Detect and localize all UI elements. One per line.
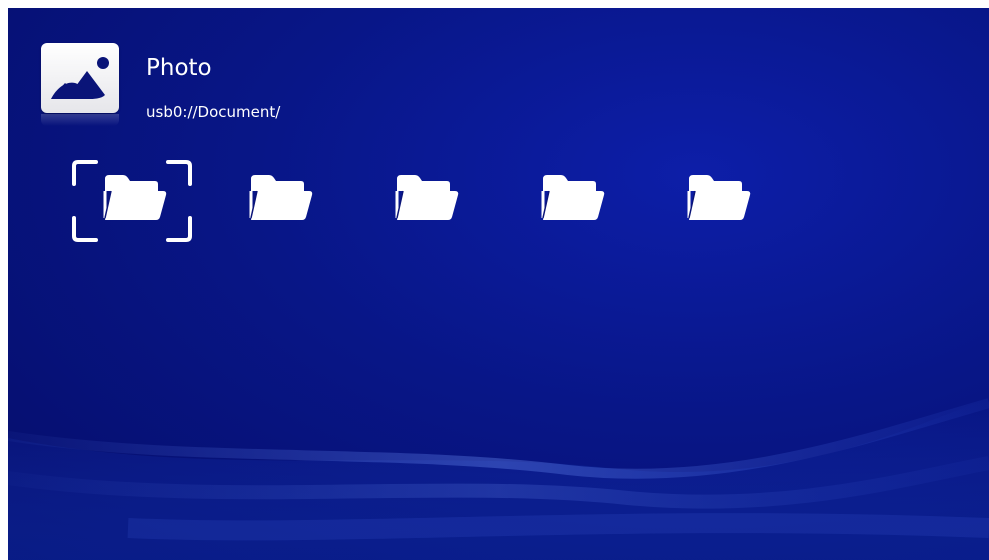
photo-app-icon-reflection [41,114,119,126]
media-browser-screen: Photo usb0://Document/ [8,8,989,560]
photo-app-icon [41,43,119,113]
folder-icon [103,175,167,220]
folder-item-3[interactable] [360,158,488,244]
folder-icon [541,175,605,220]
folder-item-2[interactable] [214,158,342,244]
app-title: Photo [146,55,212,81]
current-path: usb0://Document/ [146,103,281,121]
folder-item-1[interactable] [68,158,196,244]
background-waves [8,398,989,560]
folder-item-5[interactable] [652,158,780,244]
folder-icon [395,175,459,220]
folder-icon [249,175,313,220]
folder-icon [687,175,751,220]
folder-item-4[interactable] [506,158,634,244]
